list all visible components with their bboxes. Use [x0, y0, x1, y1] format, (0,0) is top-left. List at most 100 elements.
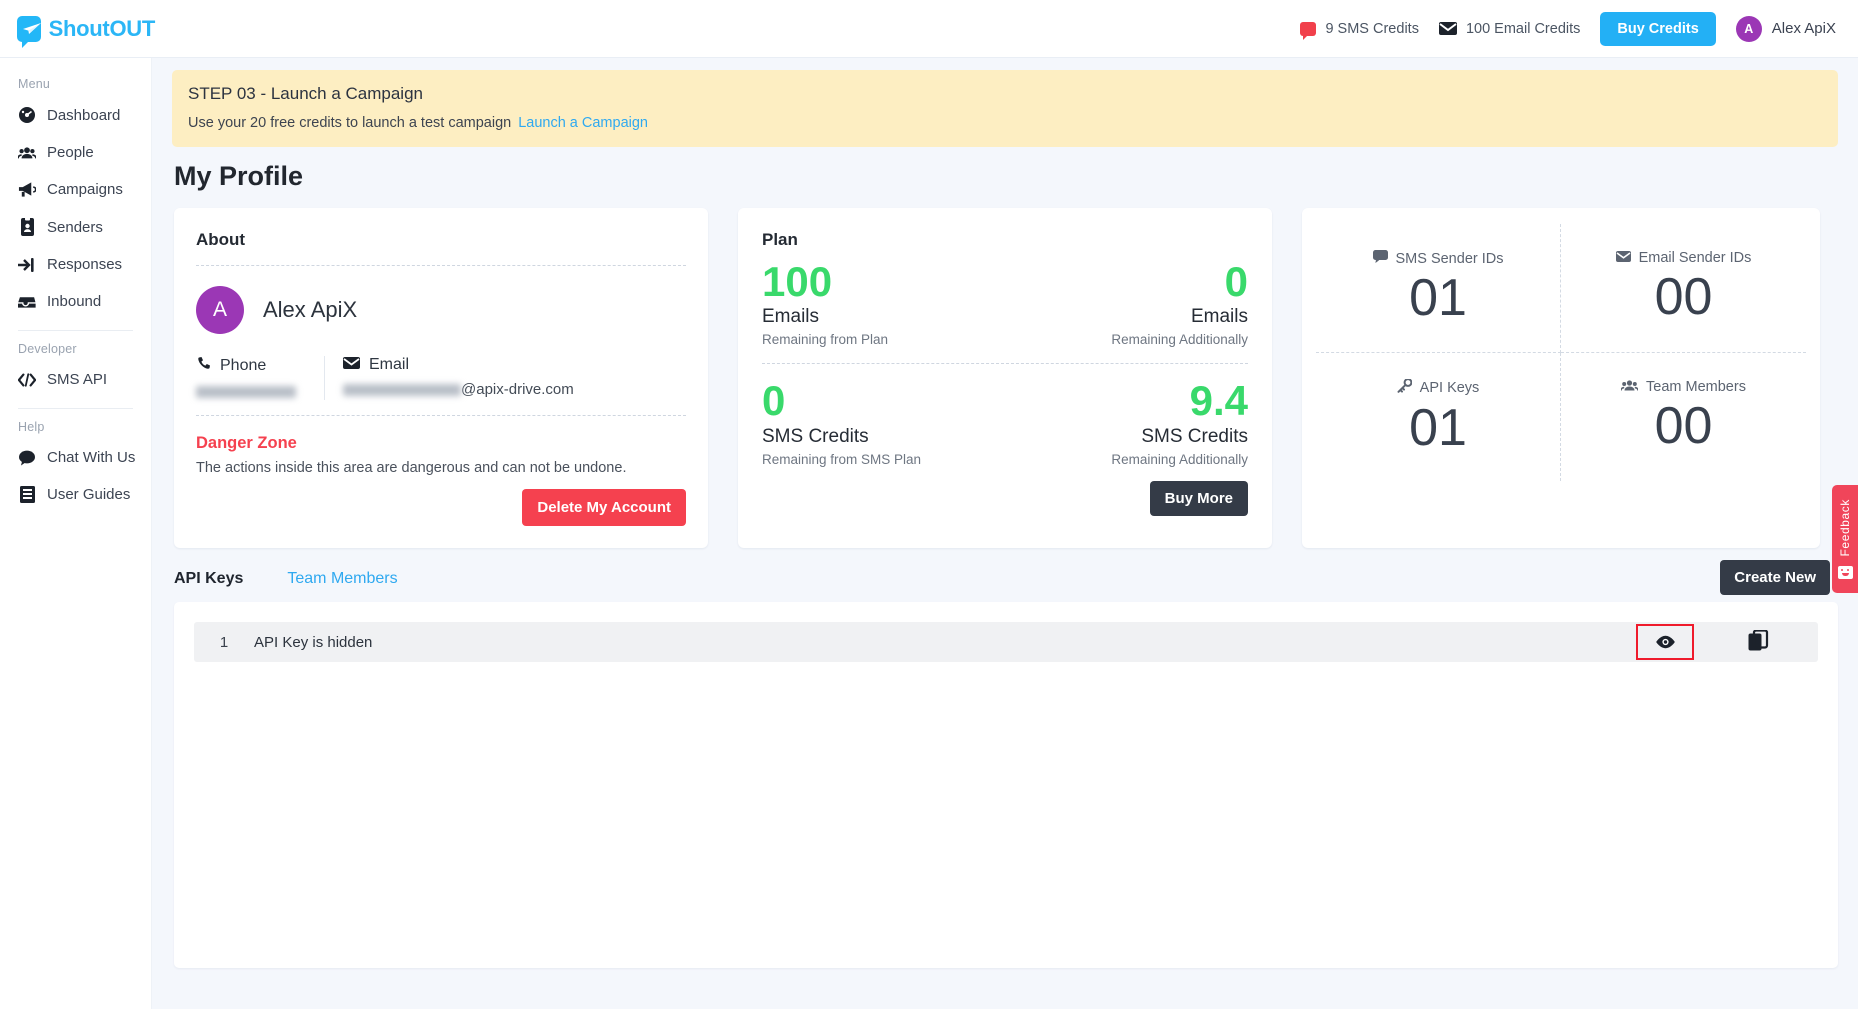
stat-label-row: Email Sender IDs [1569, 250, 1798, 266]
sidebar: Menu Dashboard People Campaigns Senders [0, 58, 152, 1009]
sidebar-item-people[interactable]: People [0, 134, 151, 171]
divider [196, 415, 686, 416]
email-domain: @apix-drive.com [461, 381, 574, 398]
sidebar-item-label: Responses [47, 256, 123, 273]
plan-cell-emails-plan: 100 Emails Remaining from Plan [762, 258, 1005, 348]
stat-email-sender-ids: Email Sender IDs 00 [1561, 224, 1806, 353]
sidebar-heading-menu: Menu [18, 77, 51, 91]
email-credits-indicator: 100 Email Credits [1438, 21, 1580, 37]
plan-heading: Plan [762, 230, 798, 249]
plan-cell-sms-plan: 0 SMS Credits Remaining from SMS Plan [762, 377, 1005, 467]
sidebar-item-inbound[interactable]: Inbound [0, 283, 151, 320]
app-root: ShoutOUT 9 SMS Credits 100 Email Credits… [0, 0, 1858, 1009]
page-title: My Profile [174, 161, 304, 191]
profile-row: A Alex ApiX [196, 286, 686, 334]
about-heading: About [196, 230, 246, 249]
dashboard-icon [18, 106, 36, 124]
plan-sub: Remaining from SMS Plan [762, 451, 922, 467]
plan-actions: Buy More [762, 480, 1248, 516]
stat-value: 00 [1654, 268, 1713, 326]
row-index: 1 [219, 633, 229, 651]
stat-value: 01 [1409, 398, 1467, 457]
chat-bubble-icon [1372, 250, 1388, 267]
people-icon [18, 145, 36, 160]
stats-grid: SMS Sender IDs 01 Email Sender IDs 00 AP… [1316, 224, 1806, 482]
brand-logo[interactable]: ShoutOUT [0, 15, 156, 48]
code-icon [18, 372, 36, 387]
plan-card: Plan 100 Emails Remaining from Plan 0 Em… [738, 208, 1272, 548]
sms-credits-indicator: 9 SMS Credits [1300, 21, 1419, 40]
plan-unit: Emails [1190, 306, 1248, 328]
plan-unit: SMS Credits [762, 425, 869, 447]
buy-credits-button[interactable]: Buy Credits [1600, 11, 1716, 46]
plan-number: 100 [762, 258, 833, 305]
copy-icon[interactable] [1746, 628, 1772, 656]
plan-sub: Remaining Additionally [1111, 332, 1248, 348]
sms-bubble-icon [1300, 21, 1317, 40]
envelope-icon [343, 356, 360, 374]
phone-label-row: Phone [196, 356, 324, 376]
book-icon [18, 486, 36, 503]
api-key-value: API Key is hidden [254, 633, 373, 651]
sidebar-item-chat-with-us[interactable]: Chat With Us [0, 439, 151, 476]
cards-row: About A Alex ApiX Phone Email @apix-driv… [152, 192, 1858, 548]
buy-more-button[interactable]: Buy More [1149, 480, 1248, 516]
sidebar-item-senders[interactable]: Senders [0, 208, 151, 246]
phone-label: Phone [220, 357, 267, 374]
sidebar-heading-developer: Developer [18, 342, 77, 356]
email-label: Email [369, 356, 410, 373]
sidebar-item-label: Campaigns [47, 181, 123, 198]
plan-row-emails: 100 Emails Remaining from Plan 0 Emails … [762, 258, 1248, 348]
users-icon [1620, 379, 1639, 395]
tab-team-members[interactable]: Team Members [287, 570, 397, 588]
stat-label-row: SMS Sender IDs [1324, 250, 1552, 267]
plan-number: 0 [762, 377, 786, 425]
sidebar-heading-help: Help [18, 420, 45, 434]
stat-api-keys: API Keys 01 [1316, 352, 1561, 482]
danger-actions: Delete My Account [196, 489, 686, 526]
stat-sms-sender-ids: SMS Sender IDs 01 [1316, 224, 1561, 353]
eye-icon[interactable] [1636, 624, 1694, 660]
banner-text: Use your 20 free credits to launch a tes… [188, 115, 512, 131]
sidebar-item-sms-api[interactable]: SMS API [0, 361, 151, 398]
sidebar-item-label: Senders [47, 218, 103, 236]
sidebar-item-label: Dashboard [47, 106, 121, 124]
launch-campaign-link[interactable]: Launch a Campaign [518, 115, 648, 131]
smiley-face-icon [1837, 565, 1853, 579]
divider [196, 265, 686, 266]
stat-label: SMS Sender IDs [1395, 250, 1504, 267]
contact-row: Phone Email @apix-drive.com [196, 356, 686, 400]
sidebar-item-campaigns[interactable]: Campaigns [0, 171, 151, 208]
stat-label-row: Team Members [1569, 379, 1798, 395]
plan-row-sms: 0 SMS Credits Remaining from SMS Plan 9.… [762, 377, 1248, 467]
sidebar-item-responses[interactable]: Responses [0, 246, 151, 283]
user-menu[interactable]: A Alex ApiX [1735, 15, 1836, 42]
phone-value [196, 383, 324, 400]
sidebar-item-user-guides[interactable]: User Guides [0, 476, 151, 513]
banner-title: STEP 03 - Launch a Campaign [188, 84, 423, 103]
paper-plane-bubble-icon [17, 15, 41, 48]
sidebar-item-label: Chat With Us [47, 449, 136, 466]
banner-subtitle: Use your 20 free credits to launch a tes… [188, 115, 1822, 131]
redacted-phone [196, 386, 296, 399]
feedback-tab[interactable]: Feedback [1832, 485, 1858, 593]
user-name-label: Alex ApiX [1771, 20, 1836, 37]
profile-name: Alex ApiX [263, 297, 358, 322]
onboarding-banner: STEP 03 - Launch a Campaign Use your 20 … [172, 70, 1838, 147]
plan-cell-emails-additional: 0 Emails Remaining Additionally [1005, 259, 1248, 348]
row-actions [1636, 624, 1818, 660]
phone-icon [196, 356, 211, 376]
plan-number: 9.4 [1189, 377, 1248, 425]
sign-in-arrow-icon [18, 257, 36, 273]
plan-sub: Remaining from Plan [762, 332, 889, 348]
table-row: 1 API Key is hidden [194, 622, 1818, 662]
create-new-button[interactable]: Create New [1720, 560, 1830, 595]
sidebar-item-dashboard[interactable]: Dashboard [0, 96, 151, 134]
sidebar-item-label: User Guides [47, 486, 131, 503]
danger-zone-title: Danger Zone [196, 434, 297, 452]
tab-api-keys[interactable]: API Keys [174, 570, 243, 588]
brand-name: ShoutOUT [48, 15, 156, 41]
stats-card: SMS Sender IDs 01 Email Sender IDs 00 AP… [1302, 208, 1820, 548]
sidebar-item-label: People [47, 144, 94, 161]
delete-my-account-button[interactable]: Delete My Account [522, 489, 686, 526]
